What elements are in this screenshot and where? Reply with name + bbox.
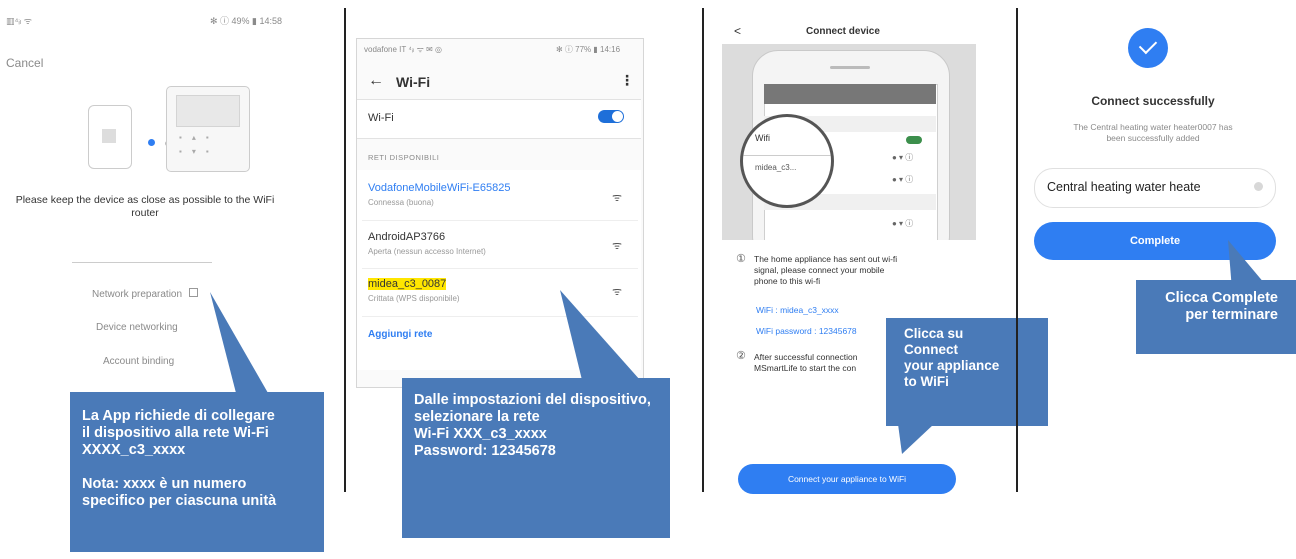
panel-divider (702, 8, 704, 492)
page-title: Connect device (806, 26, 880, 37)
connect-appliance-button[interactable]: Connect your appliance to WiFi (738, 464, 956, 494)
callout-app-pairing: La App richiede di collegare il disposit… (70, 392, 324, 552)
step-2-text: After successful connection MSmartLife t… (754, 352, 858, 373)
back-button[interactable]: < (734, 24, 741, 38)
step-2-badge: ② (736, 350, 746, 362)
panel-divider (1016, 8, 1018, 492)
callout-connect: Clicca su Connect your appliance to WiFi (886, 318, 1048, 426)
callout-complete: Clicca Complete per terminare (1136, 280, 1296, 354)
callout-wifi-settings: Dalle impostazioni del dispositivo, sele… (402, 378, 670, 538)
step-1-text: The home appliance has sent out wi-fi si… (754, 254, 898, 286)
step-1-badge: ① (736, 253, 746, 265)
wifi-name-line: WiFi : midea_c3_xxxx (756, 305, 839, 315)
